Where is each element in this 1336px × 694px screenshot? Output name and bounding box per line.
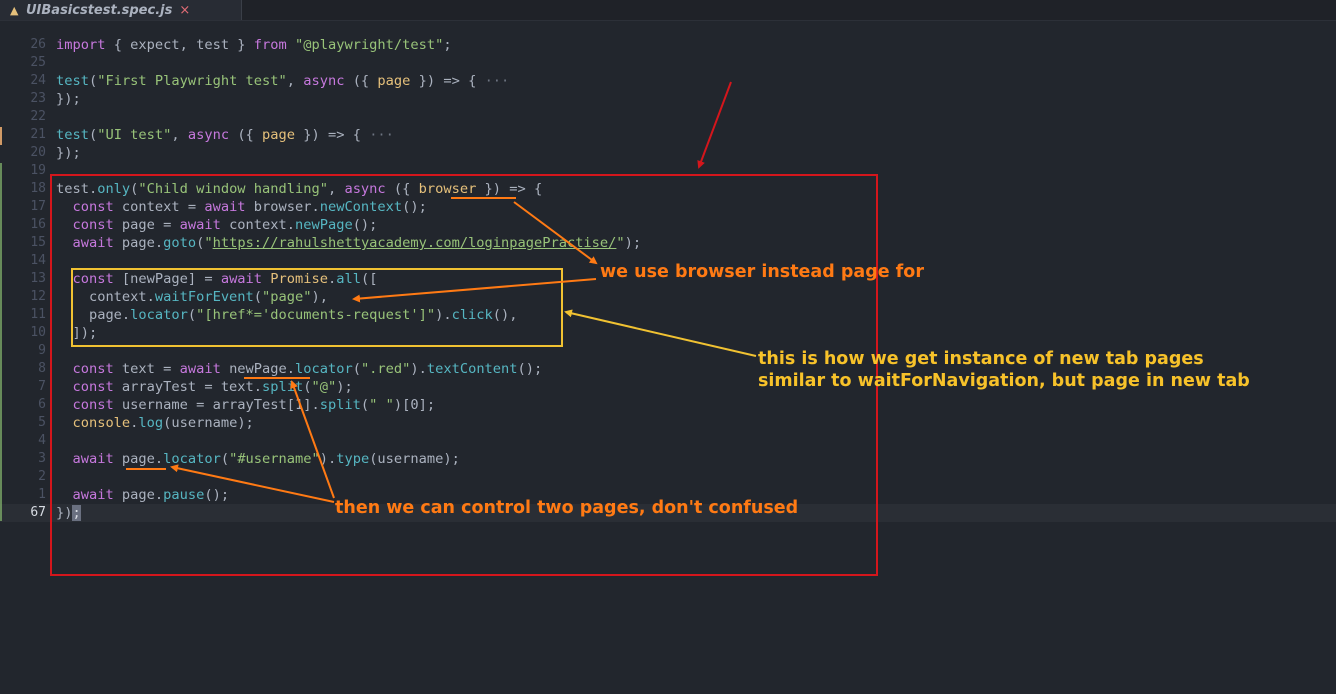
control-annotation: then we can control two pages, don't con… xyxy=(335,498,799,518)
annotation-arrows xyxy=(126,81,757,503)
instance-annotation-line1: this is how we get instance of new tab p… xyxy=(758,349,1204,369)
yellow-arrow xyxy=(564,309,757,357)
red-arrow xyxy=(697,81,732,169)
instance-annotation-line2: similar to waitForNavigation, but page i… xyxy=(758,371,1250,391)
newpage-arrow xyxy=(290,380,335,499)
browser-arrow xyxy=(513,201,598,265)
browser-annotation: we use browser instead page for xyxy=(600,262,924,282)
waitforevent-arrow xyxy=(352,278,597,303)
page-arrow xyxy=(170,464,335,503)
